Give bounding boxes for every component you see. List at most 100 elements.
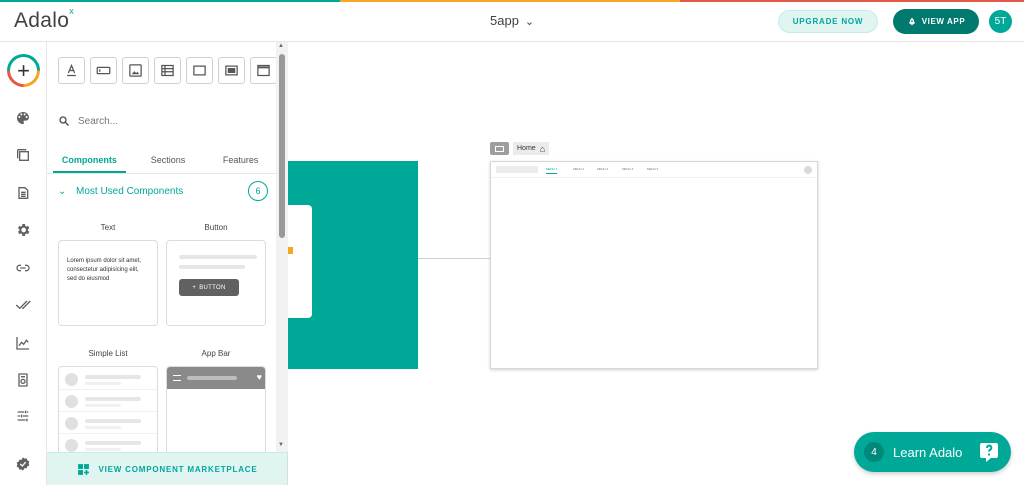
upgrade-now-button[interactable]: UPGRADE NOW (778, 10, 878, 33)
verified-badge-icon[interactable] (13, 454, 33, 474)
sample-button-label: BUTTON (199, 284, 226, 291)
heart-icon: ♥ (256, 372, 262, 382)
adalo-logo[interactable]: Adalox (14, 6, 75, 33)
sliders-icon[interactable] (13, 406, 33, 426)
home-icon: ⌂ (539, 143, 546, 154)
nav-menu-item: MENU 4 (622, 167, 634, 171)
palette-icon[interactable] (13, 108, 33, 128)
scroll-down-arrow-icon[interactable]: ▼ (278, 442, 284, 448)
tool-text[interactable] (58, 57, 85, 84)
text-component-label: Text (100, 223, 116, 232)
add-panel: Components Sections Features ⌄ Most Used… (47, 42, 288, 485)
app-bar-component-card[interactable]: ♥ (166, 366, 266, 456)
view-app-button[interactable]: VIEW APP (893, 9, 979, 34)
home-screen[interactable]: MENU 1 MENU 2 MENU 3 MENU 4 MENU 5 (490, 161, 818, 369)
home-screen-label[interactable]: Home ⌂ (490, 142, 550, 155)
sample-button: + BUTTON (179, 279, 239, 296)
tool-screen[interactable] (250, 57, 277, 84)
double-check-icon[interactable] (13, 295, 33, 315)
tool-rectangle[interactable] (186, 57, 213, 84)
gear-icon[interactable] (13, 220, 33, 240)
menu-icon (173, 375, 181, 381)
screens-icon[interactable] (13, 145, 33, 165)
navbar-avatar (804, 166, 812, 174)
nav-menu-item: MENU 3 (597, 167, 609, 171)
list-item (59, 391, 157, 412)
view-app-label: VIEW APP (921, 17, 966, 26)
tool-input[interactable] (90, 57, 117, 84)
home-screen-navbar: MENU 1 MENU 2 MENU 3 MENU 4 MENU 5 (491, 162, 817, 178)
text-component-sample: Lorem ipsum dolor sit amet, consectetur … (67, 258, 142, 282)
component-search (58, 110, 268, 132)
quick-tools (58, 57, 277, 84)
app-bar-preview: ♥ (167, 367, 265, 389)
screen-name-tag[interactable]: Home ⌂ (513, 142, 550, 155)
tool-card[interactable] (218, 57, 245, 84)
view-component-marketplace-button[interactable]: VIEW COMPONENT MARKETPLACE (47, 452, 287, 485)
accent-stripe-yellow (340, 0, 680, 2)
left-toolbar: + (0, 42, 47, 485)
accent-stripe-teal (0, 0, 340, 2)
text-icon (67, 63, 76, 77)
screen-name: Home (517, 145, 536, 152)
logo-text: Adalo (14, 9, 70, 32)
scroll-up-arrow-icon[interactable]: ▲ (278, 43, 284, 49)
plus-icon: + (192, 284, 197, 291)
marketplace-label: VIEW COMPONENT MARKETPLACE (98, 464, 258, 474)
screen-icon (257, 64, 270, 77)
plus-icon: + (10, 57, 37, 84)
chevron-down-icon: ⌄ (524, 16, 535, 28)
app-bar-component-label: App Bar (201, 349, 231, 358)
app-name: 5app (490, 13, 519, 28)
learn-count-badge: 4 (864, 442, 884, 462)
tab-sections[interactable]: Sections (132, 152, 205, 173)
database-icon[interactable] (13, 183, 33, 203)
learn-adalo-button[interactable]: 4 Learn Adalo (854, 432, 1011, 472)
simple-list-component-card[interactable] (58, 366, 158, 456)
help-chat-icon (975, 438, 1003, 466)
app-settings-icon[interactable] (13, 370, 33, 390)
section-title: Most Used Components (76, 185, 184, 197)
learn-label: Learn Adalo (893, 444, 963, 460)
placeholder-line (179, 255, 257, 259)
link-icon[interactable] (13, 258, 33, 278)
analytics-icon[interactable] (13, 333, 33, 353)
card-icon (225, 65, 238, 76)
screen-card (288, 205, 312, 318)
tab-features[interactable]: Features (204, 152, 277, 173)
canvas-screen-teal[interactable] (288, 161, 418, 369)
logo-mark: x (69, 6, 75, 16)
top-bar: Adalox 5app ⌄ UPGRADE NOW VIEW APP 5T (0, 0, 1024, 42)
section-count-badge: 6 (248, 181, 268, 201)
placeholder-line (187, 376, 237, 380)
button-component-card[interactable]: + BUTTON (166, 240, 266, 326)
image-icon (129, 64, 142, 77)
desktop-icon[interactable] (490, 142, 509, 155)
nav-menu-item: MENU 5 (647, 167, 659, 171)
tab-components[interactable]: Components (53, 152, 126, 173)
marketplace-icon (78, 463, 90, 475)
panel-scrollbar[interactable]: ▲ ▼ (276, 42, 288, 452)
list-item (59, 369, 157, 390)
add-component-button[interactable]: + (7, 54, 40, 87)
scrollbar-thumb[interactable] (279, 54, 285, 238)
search-icon (59, 116, 69, 126)
button-component-label: Button (204, 223, 228, 232)
tool-image[interactable] (122, 57, 149, 84)
app-selector[interactable]: 5app ⌄ (490, 13, 534, 28)
nav-menu-item: MENU 2 (573, 167, 585, 171)
accent-stripe-red (680, 0, 1024, 2)
placeholder-line (179, 265, 245, 269)
rectangle-icon (193, 65, 206, 76)
tool-list[interactable] (154, 57, 181, 84)
nav-menu-item: MENU 1 (546, 167, 558, 174)
navbar-logo-placeholder (496, 166, 538, 173)
user-avatar[interactable]: 5T (989, 10, 1012, 33)
rocket-icon (908, 17, 915, 25)
chevron-down-icon: ⌄ (58, 185, 67, 197)
simple-list-component-label: Simple List (88, 349, 128, 358)
list-icon (161, 64, 174, 77)
search-input[interactable] (78, 115, 228, 127)
most-used-section-header[interactable]: ⌄ Most Used Components 6 (58, 180, 268, 202)
text-component-card[interactable]: Lorem ipsum dolor sit amet, consectetur … (58, 240, 158, 326)
